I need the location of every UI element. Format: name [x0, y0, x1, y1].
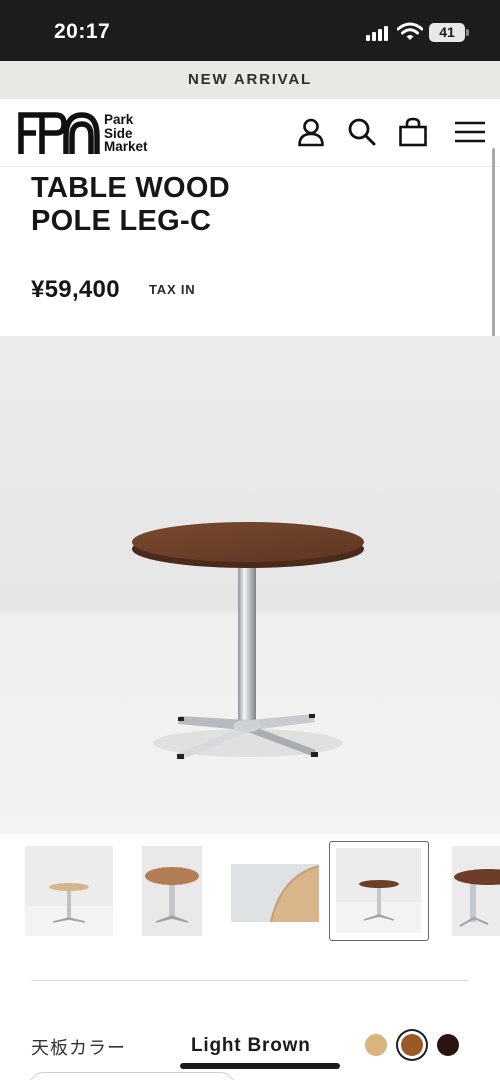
thumbnail[interactable] [452, 846, 500, 936]
bag-icon[interactable] [398, 117, 428, 147]
color-option-row: 天板カラー Light Brown [31, 1030, 471, 1064]
logo-wordmark: Park Side Market [104, 113, 148, 154]
logo-mark-icon [18, 112, 100, 154]
quantity-selector[interactable] [29, 1072, 235, 1080]
color-swatch-natural[interactable] [365, 1034, 387, 1056]
product-title-line: TABLE WOOD [31, 172, 230, 204]
color-option-label: 天板カラー [31, 1038, 126, 1059]
selected-color-value: Light Brown [191, 1035, 311, 1056]
color-swatch-dark-brown[interactable] [437, 1034, 459, 1056]
price-row: ¥59,400 TAX IN [31, 276, 195, 306]
product-title-line: POLE LEG-C [31, 205, 212, 237]
battery-icon: 41 [429, 23, 465, 42]
table-illustration [132, 522, 364, 760]
logo-text-line: Park [104, 112, 134, 127]
battery-nub [466, 29, 469, 36]
cellular-signal-icon [366, 25, 390, 41]
logo-text-line: Market [104, 139, 148, 154]
home-indicator[interactable] [180, 1063, 340, 1069]
thumbnail[interactable] [231, 846, 319, 936]
product-price: ¥59,400 [31, 276, 120, 303]
thumbnail[interactable] [25, 846, 113, 936]
thumbnail[interactable] [142, 846, 202, 936]
divider [31, 980, 469, 981]
product-title: TABLE WOOD POLE LEG-C [31, 172, 230, 238]
site-logo[interactable]: Park Side Market [18, 112, 158, 156]
color-swatch-light-brown[interactable] [401, 1034, 423, 1056]
search-icon[interactable] [347, 117, 377, 147]
logo-text-line: Side [104, 125, 133, 141]
announcement-bar[interactable]: NEW ARRIVAL [0, 61, 500, 99]
scroll-indicator[interactable] [492, 148, 495, 348]
account-icon[interactable] [296, 117, 326, 147]
status-time: 20:17 [54, 20, 111, 43]
menu-icon[interactable] [454, 117, 486, 147]
product-main-image[interactable] [0, 336, 500, 834]
thumbnail-selected[interactable] [329, 841, 429, 941]
wifi-icon [397, 22, 423, 40]
thumbnail-strip[interactable] [0, 840, 500, 945]
status-bar: 20:17 41 [0, 0, 500, 61]
site-header: Park Side Market [0, 99, 500, 167]
tax-label: TAX IN [149, 282, 196, 297]
